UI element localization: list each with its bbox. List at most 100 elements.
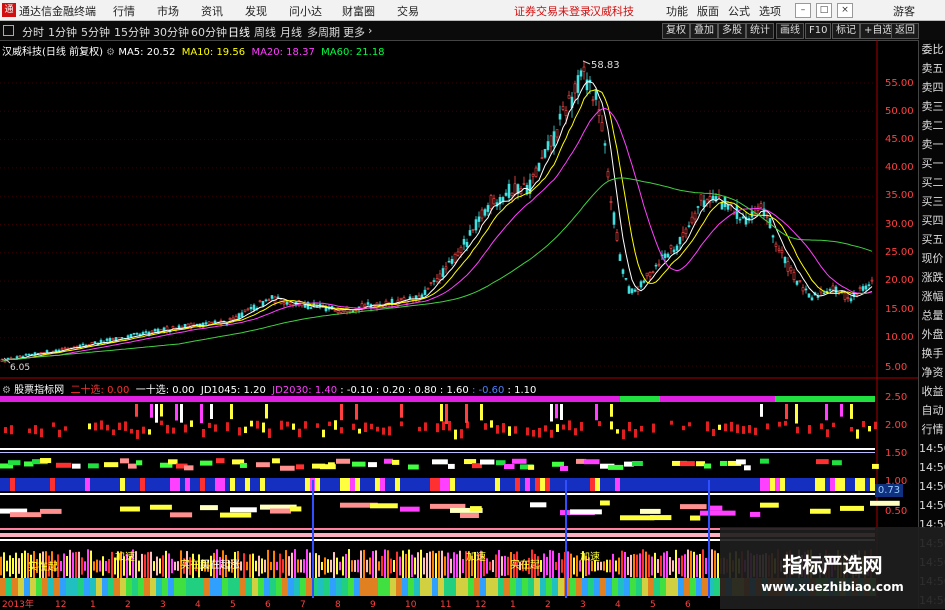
period-tab-bar: 分时 1分钟 5分钟 15分钟 30分钟 60分钟 日线 周线 月线 多周期 更… [0,21,945,41]
price-tick: 35.00 [885,190,914,201]
back-button[interactable]: 返回 [891,23,919,39]
indicator-tick: 0.50 [885,506,908,517]
side-panel-item[interactable]: 14:50 [919,458,945,477]
tab-5min[interactable]: 5分钟 [81,24,110,40]
app-title: 通达信金融终端 [19,5,96,18]
date-tick: 11 [440,600,451,609]
menu-function[interactable]: 功能 [666,3,688,19]
high-low-annotations: 58.83 6.05 [3,60,620,373]
side-panel-item[interactable]: 涨跌 [919,268,945,287]
side-panel-item[interactable]: 涨幅 [919,287,945,306]
side-panel-item[interactable]: 外盘 [919,325,945,344]
menu-quotes[interactable]: 行情 [113,3,135,19]
date-tick: 5 [650,600,656,609]
side-panel-item[interactable]: 净资 [919,363,945,382]
side-panel-item[interactable]: 现价 [919,249,945,268]
date-tick: 4 [615,600,621,609]
price-tick: 25.00 [885,247,914,258]
ma5-line [1,81,873,361]
menu-layout[interactable]: 版面 [697,3,719,19]
low-price-label: 6.05 [10,363,30,373]
app-logo-icon: 通 [2,3,16,17]
signal-label: 买在起涨 [200,560,240,571]
signal-label: 加速 [466,552,486,563]
date-tick: 1 [90,600,96,609]
user-guest[interactable]: 游客 [893,3,915,19]
side-panel-item[interactable]: 自动 [919,401,945,420]
price-tick: 15.00 [885,304,914,315]
tab-multi-period[interactable]: 多周期 [307,24,340,40]
tab-weekly[interactable]: 周线 [254,24,276,40]
top-menu-bar: 通 通达信金融终端 行情 市场 资讯 发现 问小达 财富圈 交易 证券交易未登录… [0,0,945,21]
price-tick: 10.00 [885,332,914,343]
menu-trade[interactable]: 交易 [397,3,419,19]
panel-toggle-icon[interactable] [3,25,14,36]
date-tick: 1 [510,600,516,609]
date-tick: 12 [55,600,66,609]
side-panel-item[interactable]: 委比 [919,40,945,59]
tab-daily[interactable]: 日线 [228,24,250,40]
login-notice[interactable]: 证券交易未登录 [514,3,591,19]
side-panel-item[interactable]: 买五 [919,230,945,249]
side-panel-item[interactable]: 行情 [919,420,945,439]
chevron-right-icon[interactable]: › [368,24,372,37]
side-panel-item[interactable]: 买三 [919,192,945,211]
menu-wealth[interactable]: 财富圈 [342,3,375,19]
date-tick: 3 [580,600,586,609]
tab-15min[interactable]: 15分钟 [114,24,150,40]
side-panel-item[interactable]: 买一 [919,154,945,173]
date-tick: 10 [405,600,417,609]
tab-30min[interactable]: 30分钟 [153,24,189,40]
side-panel-item[interactable]: 收益 [919,382,945,401]
tab-monthly[interactable]: 月线 [280,24,302,40]
indicator-value: : 1.60 [439,385,469,396]
overlay-button[interactable]: 叠加 [690,23,718,39]
indicator-value: : 0.80 [407,385,437,396]
menu-discover[interactable]: 发现 [245,3,267,19]
side-panel-item[interactable]: 卖三 [919,97,945,116]
signal-label: 实在起 [510,560,540,571]
side-panel-item[interactable]: 买二 [919,173,945,192]
f10-button[interactable]: F10 [805,23,832,39]
menu-ask[interactable]: 问小达 [289,3,322,19]
side-panel-item[interactable]: 卖二 [919,116,945,135]
price-tick: 45.00 [885,134,914,145]
menu-market[interactable]: 市场 [157,3,179,19]
side-panel-item[interactable]: 卖五 [919,59,945,78]
close-icon[interactable]: × [837,3,853,18]
tab-timeshare[interactable]: 分时 [22,24,44,40]
chart-grid [0,40,918,598]
date-tick: 6 [685,600,691,609]
indicator-value: JD2030: 1.40 [272,385,338,396]
minimize-icon[interactable]: – [795,3,811,18]
maximize-icon[interactable]: □ [816,3,832,18]
side-panel-item[interactable]: 换手 [919,344,945,363]
indicator-value: : 0.20 [375,385,405,396]
mark-button[interactable]: 标记 [832,23,860,39]
menu-options[interactable]: 选项 [759,3,781,19]
tab-1min[interactable]: 1分钟 [48,24,77,40]
watermark: 指标严选网 www.xuezhibiao.com [720,527,945,609]
multi-stock-button[interactable]: 多股 [718,23,746,39]
ma20-line [1,107,873,361]
side-panel-item[interactable]: 卖四 [919,78,945,97]
adjust-button[interactable]: 复权 [662,23,690,39]
statistics-button[interactable]: 统计 [746,23,774,39]
side-panel-item[interactable]: 14:50 [919,439,945,458]
menu-formula[interactable]: 公式 [728,3,750,19]
side-panel-item[interactable]: 14:50 [919,477,945,496]
chart-canvas[interactable]: 58.83 6.05 2013年 12 1 2 3 4 5 6 7 8 9 10 11 12 1 2 3 4 5 6 [0,40,918,609]
draw-line-button[interactable]: 画线 [776,23,804,39]
signal-label: 实在起 [28,562,58,573]
tab-60min[interactable]: 60分钟 [191,24,227,40]
menu-news[interactable]: 资讯 [201,3,223,19]
signal-label: 加速 [115,552,135,563]
current-stock-label: 汉威科技 [590,5,634,18]
tab-more[interactable]: 更多 [343,24,365,40]
indicator-legend: ⚙ 股票指标网 二十选: 0.00 一十选: 0.00 JD1045: 1.20… [2,381,536,396]
side-panel-item[interactable]: 买四 [919,211,945,230]
indicator-settings-icon[interactable]: ⚙ [2,385,11,396]
side-panel-item[interactable]: 总量 [919,306,945,325]
side-panel-item[interactable]: 卖一 [919,135,945,154]
side-panel-item[interactable]: 14:50 [919,496,945,515]
